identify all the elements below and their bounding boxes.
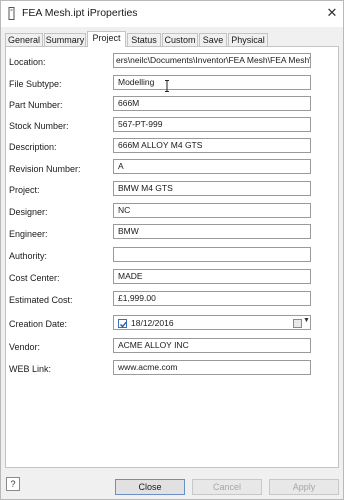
designer-label: Designer: xyxy=(9,207,48,217)
project-label: Project: xyxy=(9,185,40,195)
window-title: FEA Mesh.ipt iProperties xyxy=(22,7,138,19)
file-subtype-label: File Subtype: xyxy=(9,79,62,89)
tab-physical[interactable]: Physical xyxy=(228,33,268,46)
web-link-field[interactable]: www.acme.com xyxy=(113,360,311,375)
close-button[interactable]: Close xyxy=(115,479,185,495)
estimated-cost-field[interactable]: £1,999.00 xyxy=(113,291,311,306)
location-field[interactable]: ers\neilc\Documents\Inventor\FEA Mesh\FE… xyxy=(113,53,311,68)
calendar-icon[interactable] xyxy=(293,319,302,328)
document-icon xyxy=(8,7,15,20)
cost-center-field[interactable]: MADE xyxy=(113,269,311,284)
project-field[interactable]: BMW M4 GTS xyxy=(113,181,311,196)
cost-center-label: Cost Center: xyxy=(9,273,60,283)
stock-number-field[interactable]: 567-PT-999 xyxy=(113,117,311,132)
revision-number-label: Revision Number: xyxy=(9,164,81,174)
engineer-label: Engineer: xyxy=(9,229,48,239)
tab-strip: General Summary Project Status Custom Sa… xyxy=(5,31,339,47)
description-field[interactable]: 666M ALLOY M4 GTS xyxy=(113,138,311,153)
title-bar: FEA Mesh.ipt iProperties ✕ xyxy=(1,1,343,27)
close-icon[interactable]: ✕ xyxy=(324,5,340,21)
creation-date-value: 18/12/2016 xyxy=(131,318,174,328)
creation-date-checkbox[interactable] xyxy=(118,319,127,328)
apply-button[interactable]: Apply xyxy=(269,479,339,495)
file-subtype-field[interactable]: Modelling xyxy=(113,75,311,90)
creation-date-label: Creation Date: xyxy=(9,319,68,329)
tab-save[interactable]: Save xyxy=(199,33,227,46)
vendor-field[interactable]: ACME ALLOY INC xyxy=(113,338,311,353)
part-number-field[interactable]: 666M xyxy=(113,96,311,111)
designer-field[interactable]: NC xyxy=(113,203,311,218)
tab-custom[interactable]: Custom xyxy=(162,33,198,46)
estimated-cost-label: Estimated Cost: xyxy=(9,295,73,305)
tab-status[interactable]: Status xyxy=(127,33,161,46)
stock-number-label: Stock Number: xyxy=(9,121,69,131)
location-label: Location: xyxy=(9,57,46,67)
iproperties-dialog: FEA Mesh.ipt iProperties ✕ General Summa… xyxy=(0,0,344,500)
vendor-label: Vendor: xyxy=(9,342,41,352)
revision-number-field[interactable]: A xyxy=(113,159,311,174)
cancel-button[interactable]: Cancel xyxy=(192,479,262,495)
tab-general[interactable]: General xyxy=(5,33,43,46)
web-link-label: WEB Link: xyxy=(9,364,52,374)
chevron-down-icon[interactable]: ▼ xyxy=(303,317,310,324)
help-icon[interactable]: ? xyxy=(6,477,20,491)
engineer-field[interactable]: BMW xyxy=(113,224,311,239)
description-label: Description: xyxy=(9,142,57,152)
text-cursor-icon xyxy=(164,80,170,92)
authority-label: Authority: xyxy=(9,251,48,261)
part-number-label: Part Number: xyxy=(9,100,63,110)
tab-summary[interactable]: Summary xyxy=(44,33,86,46)
tab-project[interactable]: Project xyxy=(87,31,126,47)
authority-field[interactable] xyxy=(113,247,311,262)
